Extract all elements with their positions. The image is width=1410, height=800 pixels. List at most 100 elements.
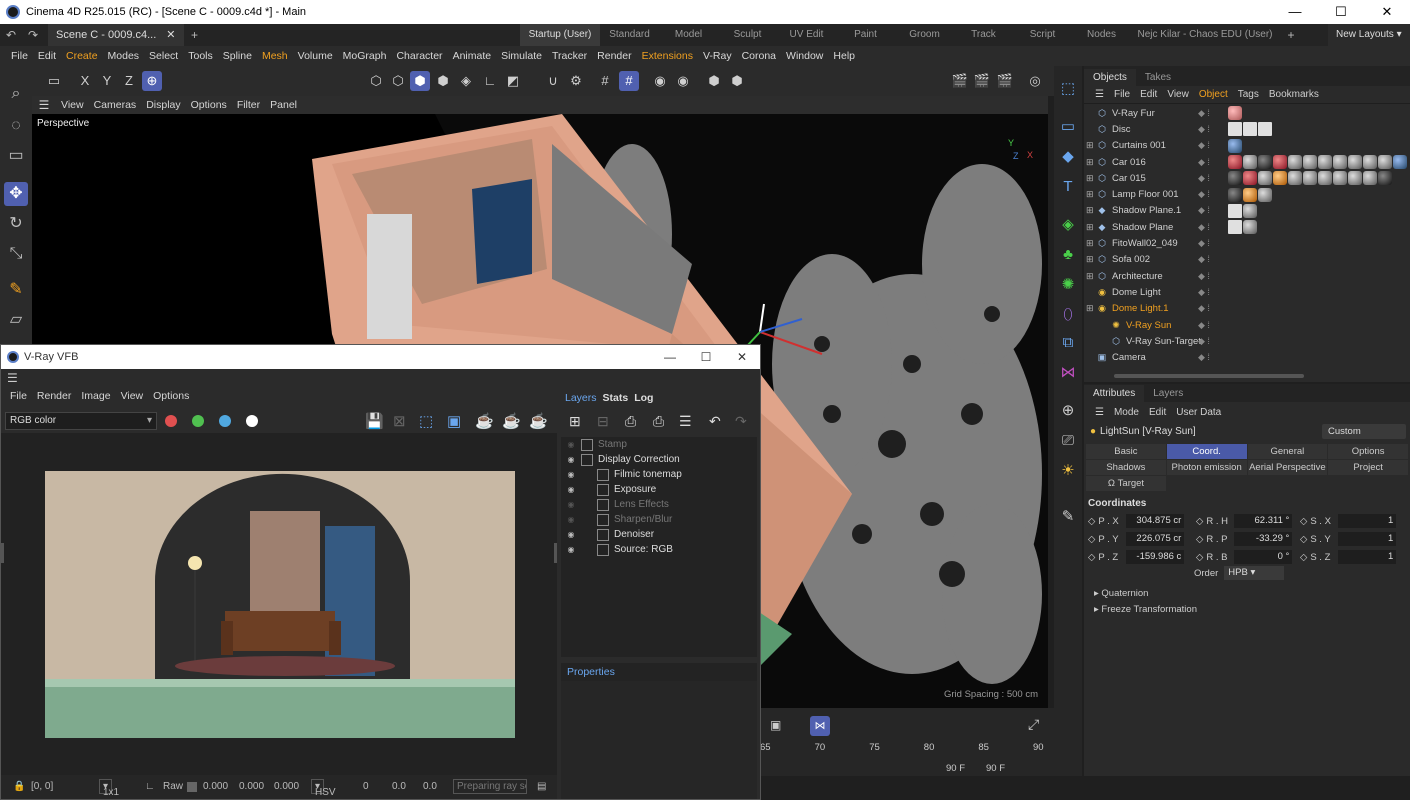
layout-tab-track[interactable]: Track (954, 24, 1013, 46)
objects-menu-bookmarks[interactable]: Bookmarks (1264, 89, 1324, 100)
tab-layers[interactable]: Layers (565, 392, 597, 404)
material-tag-icon[interactable] (1258, 171, 1272, 186)
rotate-tool-icon[interactable]: ↻ (4, 212, 28, 236)
layer-row-sharpen-blur[interactable]: ◉ Sharpen/Blur (561, 512, 757, 527)
expand-icon[interactable]: ⊞ (1086, 271, 1096, 282)
coord-input-s-z[interactable]: 1 (1338, 550, 1397, 564)
object-row-v-ray-sun[interactable]: ✺ V-Ray Sun ◆ ⁞ (1084, 317, 1410, 333)
move-tool-icon[interactable]: ✥ (4, 182, 28, 206)
tab-attributes[interactable]: Attributes (1084, 385, 1145, 402)
expand-icon[interactable]: ⊞ (1086, 140, 1096, 151)
vfb-maximize-button[interactable]: ☐ (688, 345, 724, 369)
save-image-icon[interactable]: 💾 (365, 412, 384, 430)
visibility-flags[interactable]: ◆ ⁞ (1198, 157, 1210, 168)
visibility-flags[interactable]: ◆ ⁞ (1198, 222, 1210, 233)
coord-input-p-y[interactable]: 226.075 cr (1126, 532, 1185, 546)
y-axis-toggle[interactable]: Y (97, 71, 117, 91)
visibility-flags[interactable]: ◆ ⁞ (1198, 173, 1210, 184)
lock-icon[interactable]: 🔒 (13, 781, 25, 792)
document-tab[interactable]: Scene C - 0009.c4... ✕ (48, 24, 184, 46)
vfb-menu-options[interactable]: Options (148, 390, 194, 402)
visibility-flags[interactable]: ◆ ⁞ (1198, 271, 1210, 282)
menu-tracker[interactable]: Tracker (547, 50, 592, 62)
object-row-shadow-plane[interactable]: ⊞ ◆ Shadow Plane ◆ ⁞ (1084, 219, 1410, 235)
track-mouse-icon[interactable]: ▣ (447, 412, 461, 430)
vfb-menu-file[interactable]: File (5, 390, 32, 402)
objects-menu-tags[interactable]: Tags (1233, 89, 1264, 100)
interactive-render-toggle-icon[interactable]: ☕ (529, 412, 548, 430)
tab-takes[interactable]: Takes (1136, 69, 1180, 86)
points-mode-icon[interactable]: ⬡ (366, 71, 386, 91)
z-axis-toggle[interactable]: Z (119, 71, 139, 91)
menu-v-ray[interactable]: V-Ray (698, 50, 737, 62)
end-frame-field[interactable]: 90 F (986, 763, 1005, 774)
edit-icon[interactable]: ✎ (1057, 506, 1079, 528)
visibility-flags[interactable]: ◆ ⁞ (1198, 254, 1210, 265)
objects-menu-object[interactable]: Object (1194, 89, 1233, 100)
object-row-v-ray-sun-target[interactable]: ⬡ V-Ray Sun-Target ◆ ⁞ (1084, 333, 1410, 349)
object-row-lamp-floor-001[interactable]: ⊞ ⬡ Lamp Floor 001 ◆ ⁞ (1084, 186, 1410, 202)
menu-tools[interactable]: Tools (183, 50, 218, 62)
layer-row-stamp[interactable]: ◉ Stamp (561, 437, 757, 452)
undo-layer-icon[interactable]: ↶ (709, 413, 721, 430)
object-row-sofa-002[interactable]: ⊞ ⬡ Sofa 002 ◆ ⁞ (1084, 252, 1410, 268)
viewport-menu-view[interactable]: View (56, 99, 89, 111)
eye-icon[interactable]: ◉ (561, 470, 581, 479)
material-tag-icon[interactable] (1348, 155, 1362, 170)
minimize-button[interactable]: — (1272, 0, 1318, 24)
visibility-flags[interactable]: ◆ ⁞ (1198, 205, 1210, 216)
expand-icon[interactable]: ⊞ (1086, 189, 1096, 200)
layout-tab-script[interactable]: Script (1013, 24, 1072, 46)
object-row-v-ray-fur[interactable]: ⬡ V-Ray Fur ◆ ⁞ (1084, 105, 1410, 121)
viewport-menu-display[interactable]: Display (141, 99, 185, 111)
vfb-menu-view[interactable]: View (116, 390, 149, 402)
visibility-flags[interactable]: ◆ ⁞ (1198, 303, 1210, 314)
blue-channel-button[interactable] (219, 415, 231, 427)
render-active-icon[interactable]: ◉ (673, 71, 693, 91)
document-tab-close-icon[interactable]: ✕ (166, 24, 175, 46)
uv-mode-icon[interactable]: ◈ (456, 71, 476, 91)
material-tag-icon[interactable] (1228, 203, 1242, 218)
live-selection-icon[interactable]: ◌ (4, 114, 28, 138)
keyframe-icon[interactable]: ◇ (1300, 516, 1307, 527)
red-channel-button[interactable] (165, 415, 177, 427)
menu-character[interactable]: Character (391, 50, 447, 62)
material-tag-icon[interactable] (1363, 155, 1377, 170)
material-tag-icon[interactable] (1228, 187, 1242, 202)
menu-create[interactable]: Create (61, 50, 103, 62)
eye-icon[interactable]: ◉ (561, 515, 581, 524)
expand-icon[interactable]: ⊞ (1086, 157, 1096, 168)
left-splitter[interactable] (1, 543, 4, 563)
layout-tab-nodes[interactable]: Nodes (1072, 24, 1131, 46)
material-tag-icon[interactable] (1228, 220, 1242, 235)
attr-tab-project[interactable]: Project (1328, 460, 1408, 475)
preset-dropdown[interactable]: Custom (1322, 423, 1406, 439)
render-stop-icon[interactable]: ☕ (502, 412, 521, 430)
render-canvas[interactable] (1, 433, 557, 775)
order-dropdown[interactable]: HPB ▾ (1224, 566, 1285, 580)
material-tag-icon[interactable] (1318, 155, 1332, 170)
keyframe-icon[interactable]: ◇ (1196, 534, 1203, 545)
viewport-menu-filter[interactable]: Filter (232, 99, 265, 111)
object-row-camera[interactable]: ▣ Camera ◆ ⁞ (1084, 349, 1410, 365)
right-splitter[interactable] (554, 543, 557, 563)
vfb-close-button[interactable]: ✕ (724, 345, 760, 369)
enable-axis-icon[interactable]: ◩ (503, 71, 523, 91)
objects-menu-edit[interactable]: Edit (1135, 89, 1162, 100)
layout-tab-startup-user[interactable]: Startup (User) (520, 24, 600, 46)
channel-dropdown[interactable]: RGB color ▾ (5, 412, 157, 430)
paint-tool-icon[interactable]: ✎ (4, 278, 28, 302)
alpha-channel-button[interactable] (246, 415, 258, 427)
object-row-architecture[interactable]: ⊞ ⬡ Architecture ◆ ⁞ (1084, 268, 1410, 284)
deformer-icon[interactable]: ✺ (1057, 274, 1079, 296)
mograph-icon[interactable]: ♣ (1057, 244, 1079, 266)
coord-input-s-y[interactable]: 1 (1338, 532, 1397, 546)
layout-tab-nejc-kilar-chaos-edu-user[interactable]: Nejc Kilar - Chaos EDU (User) (1131, 24, 1279, 46)
freeze-transformation-group[interactable]: ▸ Freeze Transformation (1094, 604, 1197, 615)
field-icon[interactable]: ⬯ (1057, 304, 1079, 326)
box-select-icon[interactable]: ▭ (4, 144, 28, 168)
zoom-dropdown[interactable]: 1x1 ▾ (99, 779, 119, 798)
eye-icon[interactable]: ◉ (561, 545, 581, 554)
attr-tab-general[interactable]: General (1247, 444, 1328, 459)
axis-mode-icon[interactable]: ∟ (480, 71, 500, 91)
